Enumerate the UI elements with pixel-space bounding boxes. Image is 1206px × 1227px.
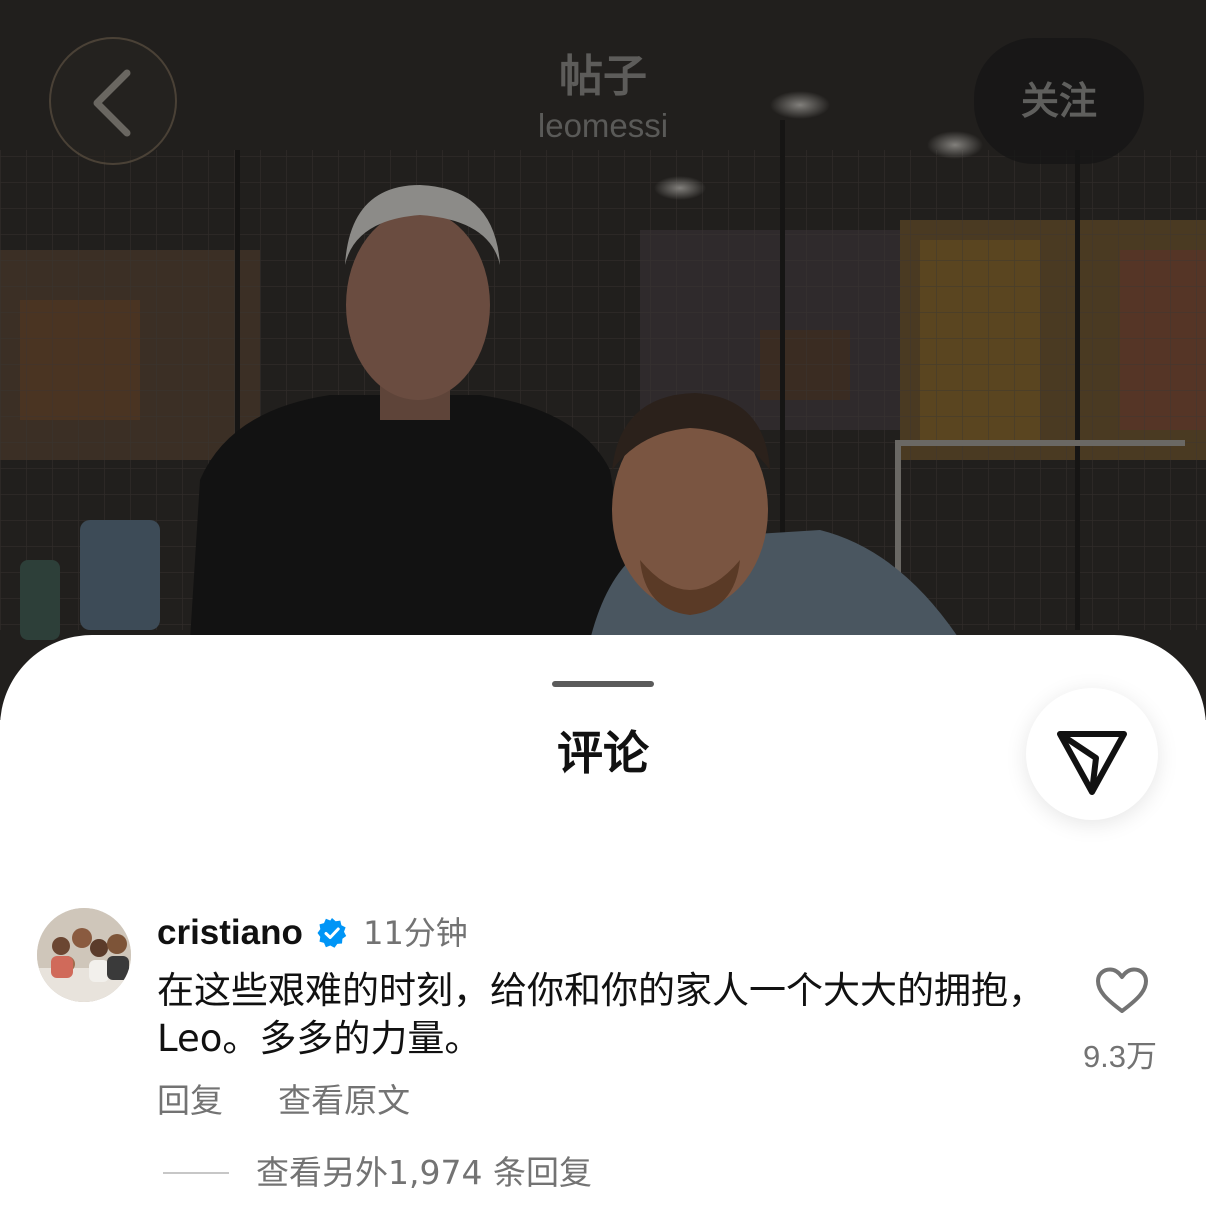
like-count: 9.3万 <box>1082 1039 1158 1074</box>
sheet-drag-handle[interactable] <box>552 681 654 687</box>
verified-badge-icon <box>317 918 347 948</box>
avatar[interactable] <box>37 908 131 1002</box>
header-title-block: 帖子 leomessi <box>403 50 803 148</box>
back-button[interactable] <box>49 37 177 165</box>
comment-header: cristiano 11分钟 <box>157 910 468 956</box>
comment-timestamp: 11分钟 <box>363 914 468 952</box>
comment-text: 在这些艰难的时刻，给你和你的家人一个大大的拥抱，Leo。多多的力量。 <box>157 969 1045 1060</box>
comments-sheet: 评论 cristiano 11分钟 在这些艰难的时刻，给你和你的家人一个大大的拥… <box>0 635 1206 1227</box>
sheet-title: 评论 <box>557 726 649 780</box>
paper-plane-icon <box>1057 731 1127 795</box>
avatar-photo <box>37 908 131 1002</box>
see-original-button[interactable]: 查看原文 <box>278 1079 410 1123</box>
app-screen: 帖子 leomessi 关注 评论 cristiano 11分钟 在这些艰难的时… <box>0 0 1206 1227</box>
page-subtitle-username[interactable]: leomessi <box>403 104 803 148</box>
follow-button[interactable]: 关注 <box>974 38 1144 164</box>
like-button[interactable] <box>1094 966 1150 1016</box>
replies-divider-line <box>163 1172 229 1174</box>
share-button[interactable] <box>1026 688 1158 820</box>
page-title: 帖子 <box>559 51 647 102</box>
view-replies-button[interactable]: 查看另外1,974 条回复 <box>256 1151 592 1195</box>
chevron-left-icon <box>93 69 131 137</box>
reply-button[interactable]: 回复 <box>157 1079 223 1123</box>
comment-username[interactable]: cristiano <box>157 910 303 956</box>
heart-icon <box>1096 967 1148 1013</box>
comment-actions: 回复 查看原文 <box>157 1079 460 1123</box>
